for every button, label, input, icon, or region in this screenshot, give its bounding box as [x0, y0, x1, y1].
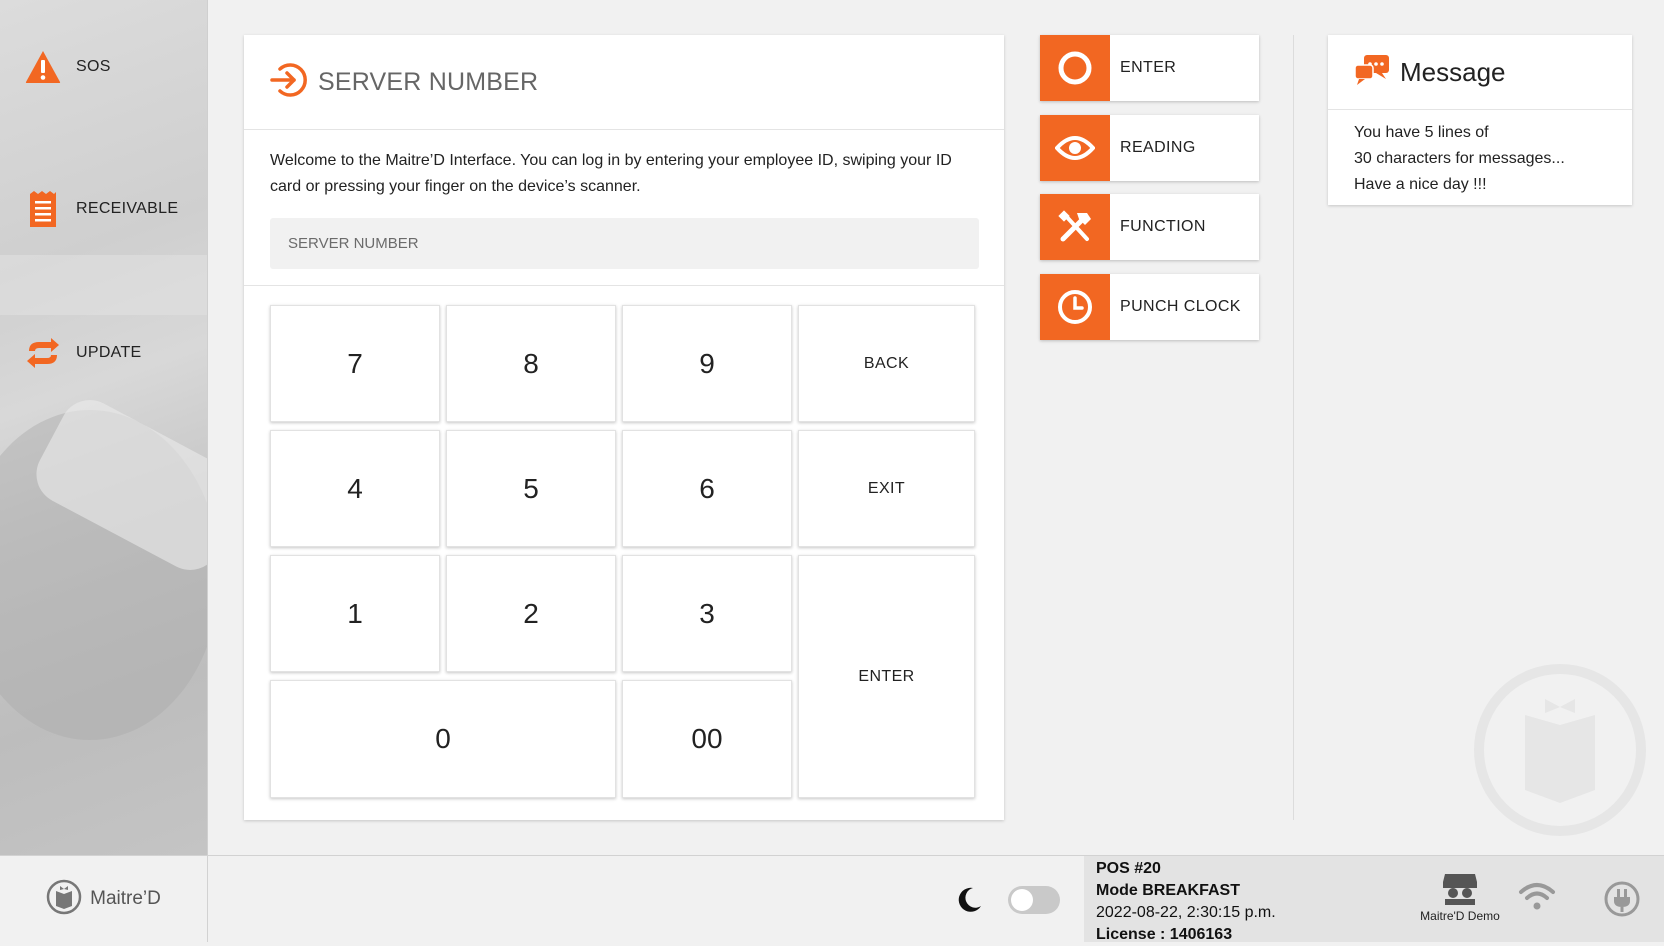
divider [1293, 35, 1294, 820]
back-button[interactable]: BACK [798, 305, 975, 422]
message-line: You have 5 lines of [1354, 124, 1489, 141]
action-reading-button[interactable]: READING [1040, 115, 1259, 181]
power-plug-icon [1603, 880, 1641, 923]
action-label: PUNCH CLOCK [1120, 298, 1241, 315]
login-panel-header: SERVER NUMBER [244, 35, 1004, 130]
toggle-knob [1011, 889, 1033, 911]
action-label: READING [1120, 139, 1196, 156]
keypad-enter-button[interactable]: ENTER [798, 555, 975, 798]
sidebar-item-label: RECEIVABLE [76, 200, 179, 217]
sign-in-icon [270, 62, 308, 102]
key-0[interactable]: 0 [270, 680, 616, 798]
pos-mode: Mode BREAKFAST [1096, 882, 1240, 899]
key-5[interactable]: 5 [446, 430, 616, 547]
clock-icon [1040, 274, 1110, 340]
maitred-watermark-icon [1474, 664, 1646, 836]
chat-icon [1354, 54, 1390, 91]
key-4[interactable]: 4 [270, 430, 440, 547]
receipt-icon [24, 190, 62, 228]
pos-number: POS #20 [1096, 860, 1161, 877]
warning-icon [24, 48, 62, 86]
sidebar-item-receivable[interactable]: RECEIVABLE [24, 190, 178, 228]
key-00[interactable]: 00 [622, 680, 792, 798]
brand-name: Maitre’D [90, 888, 161, 909]
sidebar: SOS RECEIVABLE UPDATE [0, 0, 208, 855]
action-punch-clock-button[interactable]: PUNCH CLOCK [1040, 274, 1259, 340]
circle-icon [1040, 35, 1110, 101]
action-enter-button[interactable]: ENTER [1040, 35, 1259, 101]
welcome-text: Welcome to the Maitre’D Interface. You c… [270, 152, 952, 195]
message-title: Message [1400, 56, 1506, 87]
dark-mode-toggle[interactable] [1008, 886, 1060, 914]
key-9[interactable]: 9 [622, 305, 792, 422]
status-bar: Maitre’D POS #20 Mode BREAKFAST 2022-08-… [0, 855, 1664, 943]
sidebar-item-label: SOS [76, 58, 111, 75]
wifi-icon [1518, 882, 1556, 917]
key-6[interactable]: 6 [622, 430, 792, 547]
key-8[interactable]: 8 [446, 305, 616, 422]
action-label: FUNCTION [1120, 218, 1206, 235]
server-number-input[interactable] [270, 218, 979, 269]
message-line: Have a nice day !!! [1354, 176, 1487, 193]
action-function-button[interactable]: FUNCTION [1040, 194, 1259, 260]
action-label: ENTER [1120, 59, 1177, 76]
exit-button[interactable]: EXIT [798, 430, 975, 547]
sync-icon [24, 334, 62, 372]
sidebar-bg-shade [0, 255, 207, 315]
message-line: 30 characters for messages... [1354, 150, 1565, 167]
pos-datetime: 2022-08-22, 2:30:15 p.m. [1096, 904, 1276, 921]
brand: Maitre’D [0, 856, 208, 942]
key-3[interactable]: 3 [622, 555, 792, 672]
sidebar-item-label: UPDATE [76, 344, 142, 361]
eye-icon [1040, 115, 1110, 181]
demo-label: Maitre'D Demo [1420, 909, 1500, 923]
key-7[interactable]: 7 [270, 305, 440, 422]
demo-store[interactable]: Maitre'D Demo [1410, 872, 1510, 923]
message-body: You have 5 lines of 30 characters for me… [1328, 110, 1632, 198]
pos-status: POS #20 Mode BREAKFAST 2022-08-22, 2:30:… [1084, 856, 1664, 943]
divider [244, 285, 1004, 286]
store-icon [1441, 874, 1479, 909]
pos-status-text: POS #20 Mode BREAKFAST 2022-08-22, 2:30:… [1096, 858, 1276, 946]
page-title: SERVER NUMBER [318, 67, 539, 96]
sidebar-item-sos[interactable]: SOS [24, 48, 111, 86]
message-header: Message [1328, 35, 1632, 110]
message-panel: Message You have 5 lines of 30 character… [1328, 35, 1632, 205]
maitred-logo-icon [46, 879, 82, 920]
dark-mode-icon [955, 886, 983, 919]
pos-license: License : 1406163 [1096, 926, 1233, 943]
sidebar-item-update[interactable]: UPDATE [24, 334, 142, 372]
key-2[interactable]: 2 [446, 555, 616, 672]
key-1[interactable]: 1 [270, 555, 440, 672]
login-panel: SERVER NUMBER Welcome to the Maitre’D In… [244, 35, 1004, 820]
tools-icon [1040, 194, 1110, 260]
